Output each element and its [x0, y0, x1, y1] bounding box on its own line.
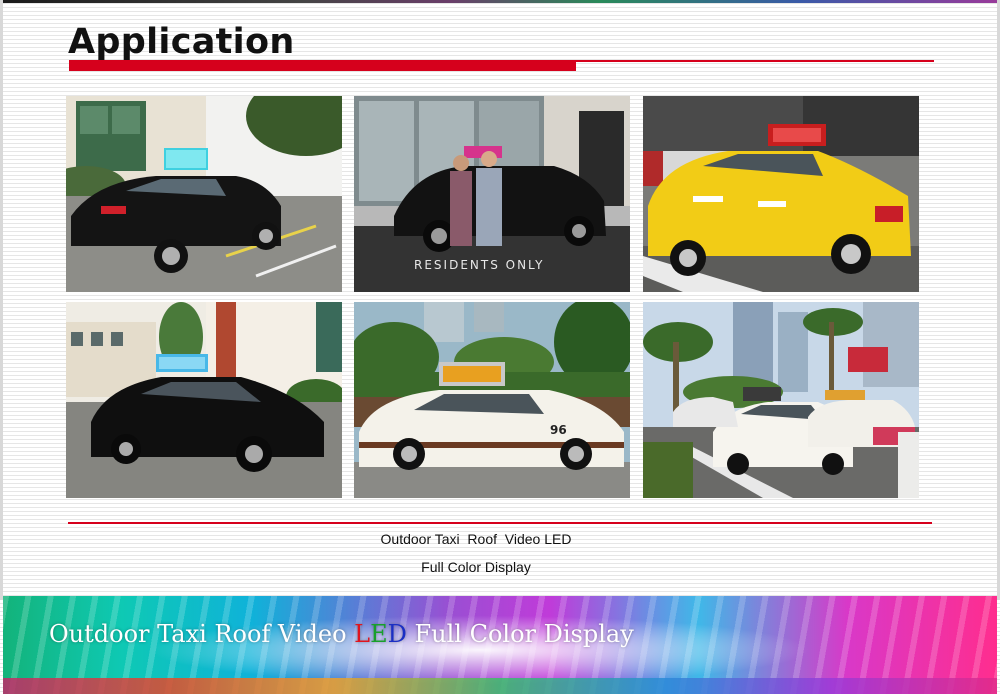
photo-black-sedan-side-roof-sign	[66, 302, 342, 498]
taxi-number: 96	[550, 423, 567, 437]
caption-line-2: Full Color Display	[421, 559, 531, 575]
banner-led-e: E	[370, 620, 388, 648]
left-frame	[0, 0, 3, 600]
caption-divider	[68, 522, 932, 524]
residents-only-text: RESIDENTS ONLY	[414, 258, 544, 272]
banner-text-after: Full Color Display	[406, 620, 634, 648]
banner-text-before: Outdoor Taxi Roof Video	[49, 620, 355, 648]
photo-london-cab-two-people: RESIDENTS ONLY	[354, 96, 630, 292]
title-underline-bar	[69, 60, 576, 71]
banner-led-d: D	[387, 620, 407, 648]
title-underline-line	[576, 60, 934, 62]
photo-las-vegas-taxis	[643, 302, 919, 498]
banner-color-strip	[3, 678, 997, 694]
slide-title: Application	[68, 22, 295, 62]
banner-title: Outdoor Taxi Roof Video LED Full Color D…	[49, 620, 634, 648]
bottom-banner: Outdoor Taxi Roof Video LED Full Color D…	[3, 596, 997, 694]
top-color-strip	[0, 0, 1000, 3]
photo-yellow-taxi-roof-sign	[643, 96, 919, 292]
caption-line-1: Outdoor Taxi Roof Video LED	[380, 531, 572, 547]
photo-white-taxi-palm-trees: 96	[354, 302, 630, 498]
photo-black-sedan-roof-sign	[66, 96, 342, 292]
banner-led-l: L	[354, 620, 371, 648]
